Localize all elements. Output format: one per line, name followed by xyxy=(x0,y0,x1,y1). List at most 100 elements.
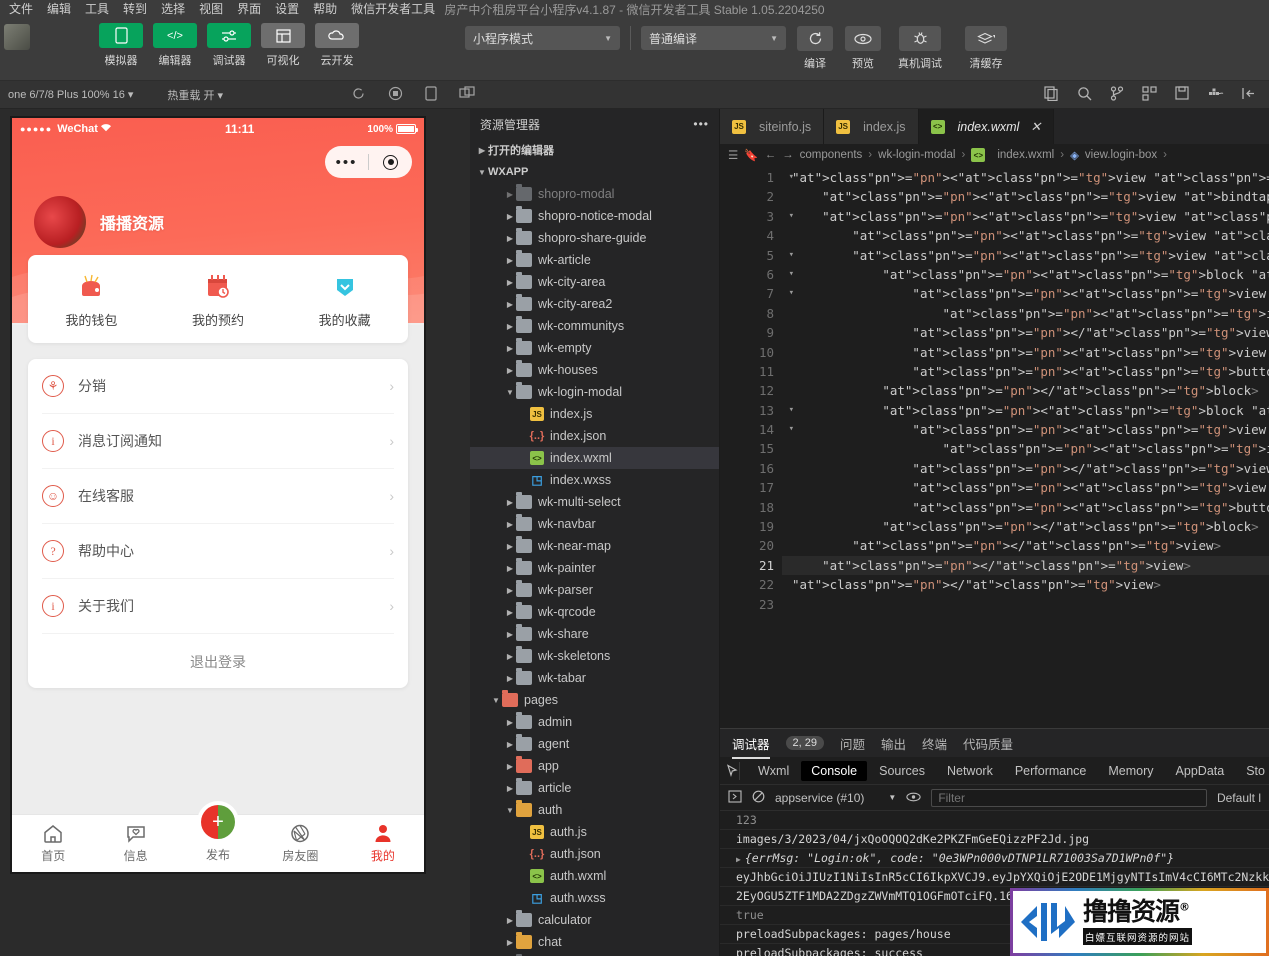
logout-button[interactable]: 退出登录 xyxy=(42,634,394,688)
tree-file-auth.js[interactable]: JS auth.js xyxy=(470,821,719,843)
code-line-17[interactable]: "at">class"pn">="pn"><"at">class"pn">="t… xyxy=(782,478,1269,497)
mode-select[interactable]: 小程序模式 ▼ xyxy=(465,26,620,50)
back-arrow-icon[interactable]: ← xyxy=(765,149,777,161)
fold-chevron-icon[interactable]: ▾ xyxy=(789,207,794,226)
console-row[interactable]: ▶ {errMsg: "Login:ok", code: "0e3WPn000vD… xyxy=(720,849,1269,868)
editor-tab-siteinfo[interactable]: JS siteinfo.js xyxy=(720,109,825,144)
tree-folder-app[interactable]: ▶ app xyxy=(470,755,719,777)
panel-tab-wxml[interactable]: Wxml xyxy=(748,761,799,781)
fold-chevron-icon[interactable]: ▾ xyxy=(789,284,794,303)
tree-folder-wk-share[interactable]: ▶ wk-share xyxy=(470,623,719,645)
tree-folder-agent[interactable]: ▶ agent xyxy=(470,733,719,755)
code-line-8[interactable]: "at">class"pn">="pn"><"at">class"pn">="t… xyxy=(782,304,1269,323)
copy-icon[interactable] xyxy=(1044,85,1059,104)
tree-folder-wk-multi-select[interactable]: ▶ wk-multi-select xyxy=(470,491,719,513)
code-line-9[interactable]: "at">class"pn">="pn"></"at">class"pn">="… xyxy=(782,323,1269,342)
tree-folder-wk-navbar[interactable]: ▶ wk-navbar xyxy=(470,513,719,535)
code-line-18[interactable]: "at">class"pn">="pn"><"at">class"pn">="t… xyxy=(782,498,1269,517)
fold-chevron-icon[interactable]: ▾ xyxy=(789,265,794,284)
tree-file-index.wxss[interactable]: ◳ index.wxss xyxy=(470,469,719,491)
collapse-panel-icon[interactable] xyxy=(1242,87,1257,103)
menu-item-3[interactable]: 转到 xyxy=(116,0,154,18)
rotate-icon[interactable] xyxy=(351,86,366,104)
menu-item-5[interactable]: 视图 xyxy=(192,0,230,18)
fold-chevron-icon[interactable]: ▾ xyxy=(789,246,794,265)
tree-folder-shopro-share-guide[interactable]: ▶ shopro-share-guide xyxy=(470,227,719,249)
tree-folder-wk-tabar[interactable]: ▶ wk-tabar xyxy=(470,667,719,689)
devtools-tab-problems[interactable]: 问题 xyxy=(840,734,865,753)
code-line-21[interactable]: "at">class"pn">="pn"></"at">class"pn">="… xyxy=(782,555,1269,576)
code-line-4[interactable]: "at">class"pn">="pn"><"at">class"pn">="t… xyxy=(782,226,1269,245)
panel-tab-performance[interactable]: Performance xyxy=(1005,761,1097,781)
devtools-tab-terminal[interactable]: 终端 xyxy=(922,734,947,753)
close-icon[interactable]: ✕ xyxy=(1030,119,1041,135)
forward-arrow-icon[interactable]: → xyxy=(782,149,794,161)
breadcrumb-item-0[interactable]: components xyxy=(800,149,863,161)
hotreload-selector[interactable]: 热重载 开 ▾ xyxy=(159,87,231,103)
outline-icon[interactable]: ☰ xyxy=(728,148,738,162)
editor-tab-indexwxml[interactable]: <> index.wxml ✕ xyxy=(918,109,1055,144)
clear-cache-button[interactable]: ▾ 清缓存 xyxy=(958,26,1014,71)
menu-item-9[interactable]: 微信开发者工具 xyxy=(344,0,442,18)
tree-folder-wk-near-map[interactable]: ▶ wk-near-map xyxy=(470,535,719,557)
toolbar-button-cloud[interactable]: 云开发 xyxy=(314,23,360,68)
tree-folder-wk-communitys[interactable]: ▶ wk-communitys xyxy=(470,315,719,337)
quick-action-appointment[interactable]: 我的预约 xyxy=(155,273,282,329)
wechat-capsule[interactable]: ••• xyxy=(325,146,412,178)
quick-action-favorites[interactable]: 我的收藏 xyxy=(281,273,408,329)
menu-item-4[interactable]: 选择 xyxy=(154,0,192,18)
menu-row-service[interactable]: ☺ 在线客服 › xyxy=(42,469,394,524)
devtools-tab-code-quality[interactable]: 代码质量 xyxy=(963,734,1013,753)
menu-item-8[interactable]: 帮助 xyxy=(306,0,344,18)
devtools-tab-debugger[interactable]: 调试器 xyxy=(732,734,770,759)
tree-folder-wk-city-area2[interactable]: ▶ wk-city-area2 xyxy=(470,293,719,315)
tree-folder-pages[interactable]: ▼ pages xyxy=(470,689,719,711)
expand-triangle-icon[interactable]: ▶ xyxy=(736,855,741,864)
menu-row-subscribe[interactable]: i 消息订阅通知 › xyxy=(42,414,394,469)
console-row[interactable]: 123 xyxy=(720,811,1269,830)
docker-icon[interactable] xyxy=(1207,87,1224,102)
tab-profile[interactable]: 我的 xyxy=(342,815,424,872)
close-target-icon[interactable] xyxy=(369,154,412,170)
tree-folder-wk-qrcode[interactable]: ▶ wk-qrcode xyxy=(470,601,719,623)
fold-chevron-icon[interactable]: ▾ xyxy=(789,401,794,420)
code-line-15[interactable]: "at">class"pn">="pn"><"at">class"pn">="t… xyxy=(782,439,1269,458)
compile-button[interactable]: 编译 xyxy=(796,26,834,71)
device-selector[interactable]: one 6/7/8 Plus 100% 16 ▾ xyxy=(0,88,141,101)
tree-folder-shopro-notice-modal[interactable]: ▶ shopro-notice-modal xyxy=(470,205,719,227)
file-tree[interactable]: ▶ shopro-modal ▶ shopro-notice-modal ▶ shopro… xyxy=(470,183,719,956)
clear-console-icon[interactable] xyxy=(752,790,765,806)
user-avatar[interactable] xyxy=(4,24,30,50)
tree-file-auth.wxml[interactable]: <> auth.wxml xyxy=(470,865,719,887)
tab-publish[interactable]: + 发布 xyxy=(177,801,259,872)
fold-chevron-icon[interactable]: ▾ xyxy=(789,168,794,187)
code-line-3[interactable]: "at">class"pn">="pn"><"at">class"pn">="t… xyxy=(782,207,1269,226)
toolbar-button-visualize[interactable]: 可视化 xyxy=(260,23,306,68)
panel-tab-network[interactable]: Network xyxy=(937,761,1003,781)
code-line-19[interactable]: "at">class"pn">="pn"></"at">class"pn">="… xyxy=(782,517,1269,536)
code-line-20[interactable]: "at">class"pn">="pn"></"at">class"pn">="… xyxy=(782,536,1269,555)
tree-folder-wk-parser[interactable]: ▶ wk-parser xyxy=(470,579,719,601)
tree-folder-wk-painter[interactable]: ▶ wk-painter xyxy=(470,557,719,579)
filter-input[interactable] xyxy=(931,788,1207,807)
fold-chevron-icon[interactable]: ▾ xyxy=(789,420,794,439)
tree-folder-auth[interactable]: ▼ auth xyxy=(470,799,719,821)
panel-tab-storage[interactable]: Sto xyxy=(1236,761,1269,781)
code-line-13[interactable]: "at">class"pn">="pn"><"at">class"pn">="t… xyxy=(782,401,1269,420)
editor-tab-indexjs[interactable]: JS index.js xyxy=(824,109,919,144)
menu-item-7[interactable]: 设置 xyxy=(268,0,306,18)
menu-item-1[interactable]: 编辑 xyxy=(40,0,78,18)
more-dots-icon[interactable]: ••• xyxy=(325,155,368,170)
tree-folder-wk-city-area[interactable]: ▶ wk-city-area xyxy=(470,271,719,293)
code-line-23[interactable] xyxy=(782,595,1269,614)
code-line-11[interactable]: "at">class"pn">="pn"><"at">class"pn">="t… xyxy=(782,362,1269,381)
device-icon[interactable] xyxy=(425,85,437,104)
breadcrumb-item-3[interactable]: view.login-box xyxy=(1085,149,1157,161)
element-picker-icon[interactable] xyxy=(726,761,740,780)
save-icon[interactable] xyxy=(1175,86,1189,103)
project-section[interactable]: ▼ WXAPP xyxy=(470,161,719,183)
tab-message[interactable]: 信息 xyxy=(94,815,176,872)
tree-file-index.js[interactable]: JS index.js xyxy=(470,403,719,425)
tree-file-auth.json[interactable]: {..} auth.json xyxy=(470,843,719,865)
code-line-10[interactable]: "at">class"pn">="pn"><"at">class"pn">="t… xyxy=(782,343,1269,362)
